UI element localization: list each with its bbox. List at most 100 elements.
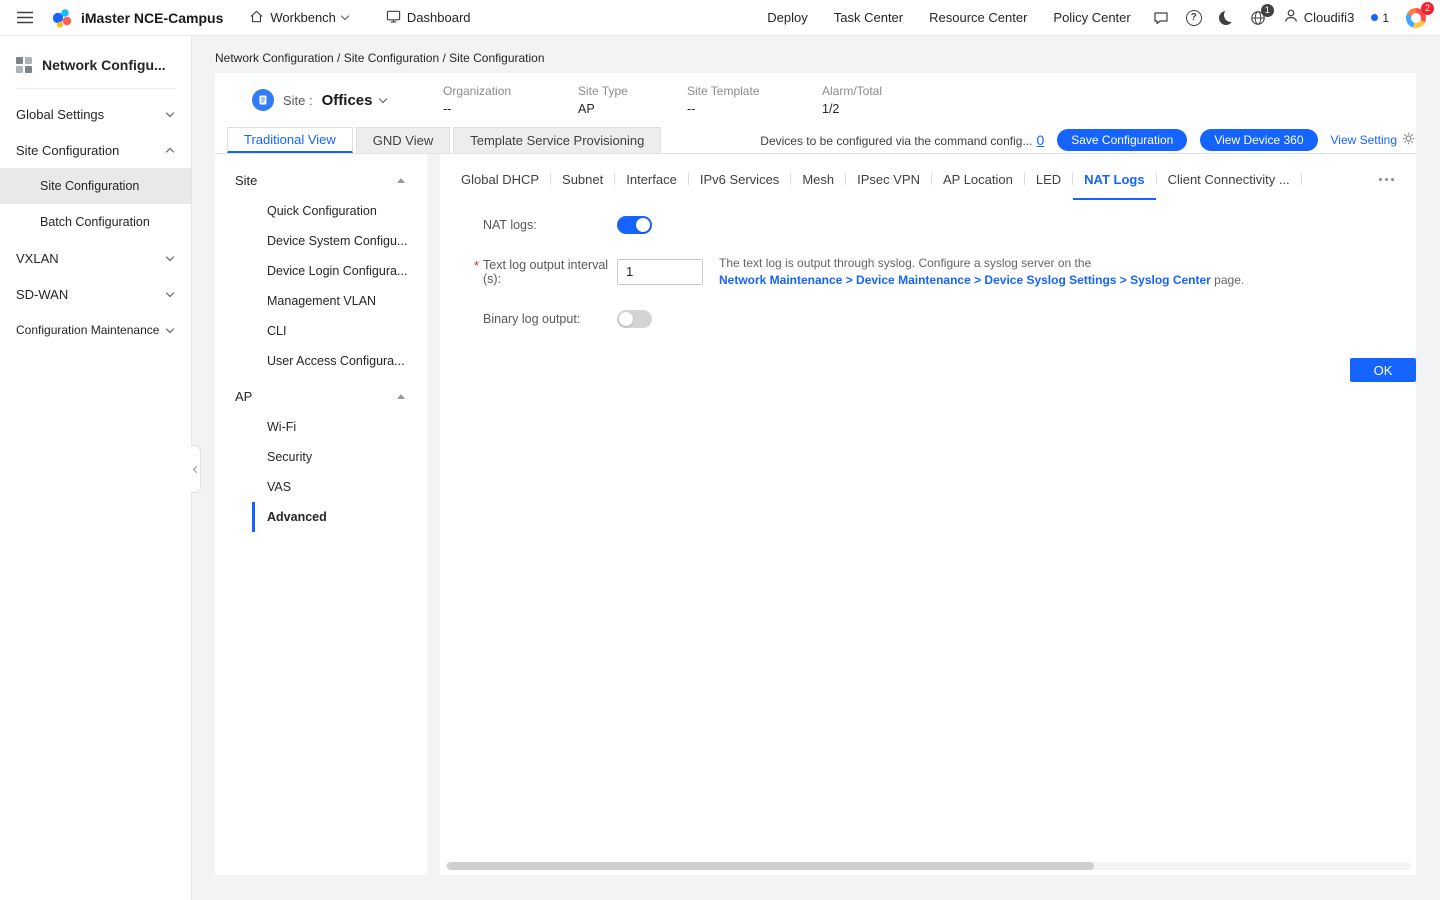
sidebar-item-site-configuration[interactable]: Site Configuration (0, 132, 191, 168)
dark-mode-moon-icon[interactable] (1219, 11, 1233, 25)
syslog-center-link[interactable]: Network Maintenance > Device Maintenance… (719, 273, 1211, 287)
interval-row: * Text log output interval (s): The text… (483, 255, 1416, 289)
sidebar-item-vxlan[interactable]: VXLAN (0, 240, 191, 276)
binary-log-toggle[interactable] (617, 310, 652, 328)
config-item-quick-configuration[interactable]: Quick Configuration (252, 196, 427, 226)
site-label: Site : (283, 93, 313, 108)
sidebar-title: Network Configu... (0, 36, 191, 88)
user-icon (1283, 8, 1299, 27)
sidebar-item-configuration-maintenance[interactable]: Configuration Maintenance (0, 312, 191, 348)
config-item-management-vlan[interactable]: Management VLAN (252, 286, 427, 316)
chevron-down-icon (379, 94, 387, 102)
config-item-device-login-configuration[interactable]: Device Login Configura... (252, 256, 427, 286)
config-group-ap[interactable]: AP (215, 380, 427, 412)
notification-badge: 1 (1261, 4, 1274, 17)
tab-mesh[interactable]: Mesh (791, 158, 845, 200)
chevron-down-icon (341, 12, 349, 20)
hamburger-menu-icon[interactable] (16, 11, 34, 24)
tab-traditional-view[interactable]: Traditional View (227, 127, 353, 153)
config-item-wifi[interactable]: Wi-Fi (252, 412, 427, 442)
site-icon (252, 89, 274, 111)
view-device-360-button[interactable]: View Device 360 (1200, 129, 1317, 151)
chevron-down-icon (166, 324, 174, 332)
content-row: Site Quick Configuration Device System C… (215, 154, 1416, 875)
tab-template-service-provisioning[interactable]: Template Service Provisioning (453, 127, 661, 153)
tab-led[interactable]: LED (1025, 158, 1072, 200)
nat-logs-label: NAT logs: (483, 218, 617, 232)
language-globe-icon[interactable]: 1 (1250, 10, 1266, 26)
nat-logs-form: NAT logs: * Text log output interval (s)… (440, 200, 1416, 328)
horizontal-scrollbar-thumb[interactable] (447, 862, 1094, 870)
binary-log-label: Binary log output: (483, 312, 617, 326)
app-body: Network Configu... Global Settings Site … (0, 36, 1440, 900)
status-dot-icon (1371, 14, 1378, 21)
save-configuration-button[interactable]: Save Configuration (1057, 129, 1187, 151)
nat-logs-row: NAT logs: (483, 216, 1416, 234)
interval-input[interactable] (617, 259, 703, 285)
config-item-advanced[interactable]: Advanced (252, 502, 427, 532)
ok-button[interactable]: OK (1350, 358, 1416, 382)
nav-dashboard[interactable]: Dashboard (386, 9, 471, 27)
top-bar: iMaster NCE-Campus Workbench Dashboard D… (0, 0, 1440, 36)
sidebar-collapse-handle[interactable] (191, 445, 201, 493)
config-item-cli[interactable]: CLI (252, 316, 427, 346)
sidebar-subitem-site-configuration[interactable]: Site Configuration (0, 168, 191, 204)
config-item-vas[interactable]: VAS (252, 472, 427, 502)
site-selector[interactable]: Offices (322, 92, 387, 109)
tab-global-dhcp[interactable]: Global DHCP (450, 158, 550, 200)
sidebar-divider (16, 88, 175, 89)
content-card: Site : Offices Organization -- Site Type… (215, 73, 1416, 900)
chevron-left-icon (193, 465, 200, 472)
required-mark: * (474, 259, 479, 273)
nav-workbench[interactable]: Workbench (249, 9, 348, 27)
config-group-site[interactable]: Site (215, 164, 427, 196)
tab-nat-logs[interactable]: NAT Logs (1073, 158, 1155, 200)
topbar-links: Deploy Task Center Resource Center Polic… (767, 10, 1130, 25)
sidebar-item-global-settings[interactable]: Global Settings (0, 96, 191, 132)
config-nav: Site Quick Configuration Device System C… (215, 154, 427, 875)
nav-resource-center[interactable]: Resource Center (929, 10, 1027, 25)
tab-client-connectivity[interactable]: Client Connectivity ... (1157, 158, 1301, 200)
site-field-alarm-total: Alarm/Total 1/2 (822, 84, 882, 116)
tab-gnd-view[interactable]: GND View (356, 127, 450, 153)
help-icon[interactable] (1186, 10, 1202, 26)
topbar-icons: 1 Cloudifi3 1 2 (1153, 8, 1426, 28)
sidebar: Network Configu... Global Settings Site … (0, 36, 192, 900)
horizontal-scrollbar (445, 862, 1411, 870)
more-tabs-ellipsis-icon[interactable] (1371, 178, 1402, 181)
status-indicator[interactable]: 1 (1371, 11, 1389, 25)
tab-ipsec-vpn[interactable]: IPsec VPN (846, 158, 931, 200)
tab-interface[interactable]: Interface (615, 158, 688, 200)
nav-task-center[interactable]: Task Center (834, 10, 903, 25)
nav-deploy[interactable]: Deploy (767, 10, 807, 25)
username: Cloudifi3 (1304, 10, 1355, 25)
config-item-device-system-configuration[interactable]: Device System Configu... (252, 226, 427, 256)
interval-helper-text: The text log is output through syslog. C… (719, 255, 1244, 289)
brand-name: iMaster NCE-Campus (81, 10, 223, 26)
chevron-up-icon (166, 147, 174, 155)
sidebar-item-sd-wan[interactable]: SD-WAN (0, 276, 191, 312)
settings-panel: Global DHCP Subnet Interface IPv6 Servic… (440, 154, 1416, 875)
config-item-security[interactable]: Security (252, 442, 427, 472)
tab-subnet[interactable]: Subnet (551, 158, 614, 200)
nav-policy-center[interactable]: Policy Center (1053, 10, 1130, 25)
status-count: 1 (1382, 11, 1389, 25)
feedback-chat-icon[interactable] (1153, 10, 1169, 26)
brand-logo-icon (49, 7, 74, 29)
alarm-summary-donut-icon[interactable]: 2 (1406, 8, 1426, 28)
config-item-user-access-configuration[interactable]: User Access Configura... (252, 346, 427, 376)
tab-ap-location[interactable]: AP Location (932, 158, 1024, 200)
devices-count-link[interactable]: 0 (1036, 132, 1044, 148)
user-menu[interactable]: Cloudifi3 (1283, 8, 1355, 27)
sidebar-subitem-batch-configuration[interactable]: Batch Configuration (0, 204, 191, 240)
nat-logs-toggle[interactable] (617, 216, 652, 234)
header-toolbar: Devices to be configured via the command… (760, 127, 1416, 153)
view-setting-link[interactable]: View Setting (1331, 132, 1416, 148)
tab-ipv6-services[interactable]: IPv6 Services (689, 158, 790, 200)
home-icon (249, 9, 264, 27)
nav-dashboard-label: Dashboard (407, 10, 471, 25)
binary-log-row: Binary log output: (483, 310, 1416, 328)
site-field-site-template: Site Template -- (687, 84, 822, 116)
panel-tabs: Global DHCP Subnet Interface IPv6 Servic… (440, 154, 1416, 200)
collapse-triangle-icon (397, 178, 405, 183)
